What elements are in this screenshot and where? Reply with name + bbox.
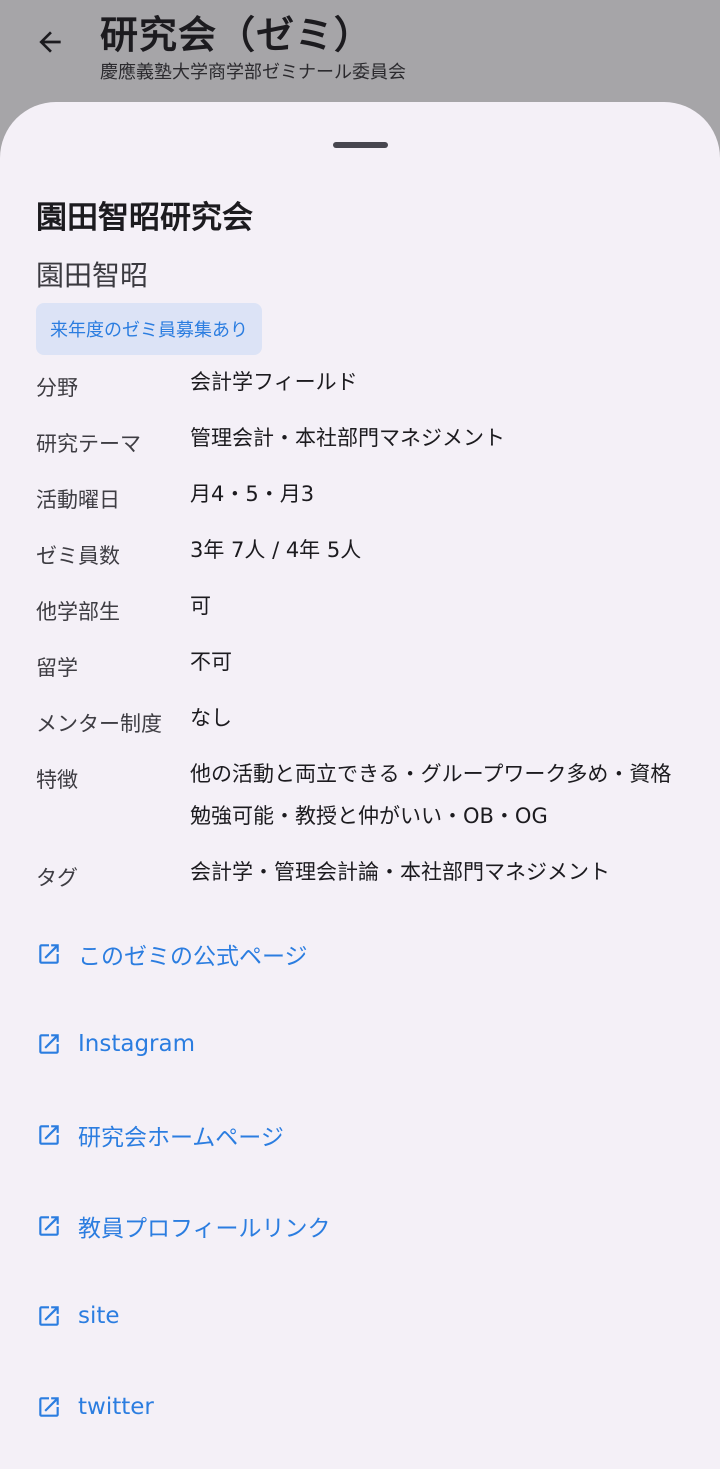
open-in-new-icon <box>36 1122 62 1148</box>
bottom-sheet: 園田智昭研究会 園田智昭 来年度のゼミ員募集あり 分野 会計学フィールド 研究テ… <box>0 102 720 1469</box>
detail-value: 月4・5・月3 <box>190 482 315 506</box>
detail-label: メンター制度 <box>36 712 162 736</box>
detail-value: 不可 <box>190 650 232 674</box>
link-label: twitter <box>78 1394 154 1420</box>
homepage-link[interactable]: 研究会ホームページ <box>36 1115 284 1155</box>
recruit-badge: 来年度のゼミ員募集あり <box>36 303 262 355</box>
app-bar: 研究会（ゼミ） 慶應義塾大学商学部ゼミナール委員会 <box>0 0 720 110</box>
detail-label: 留学 <box>36 656 78 680</box>
detail-label: 他学部生 <box>36 600 120 624</box>
site-link[interactable]: site <box>36 1296 120 1336</box>
page-title: 研究会（ゼミ） <box>100 13 374 57</box>
detail-value: 3年 7人 / 4年 5人 <box>190 538 362 562</box>
open-in-new-icon <box>36 1394 62 1420</box>
detail-value: 管理会計・本社部門マネジメント <box>190 426 505 450</box>
detail-value: 可 <box>190 594 211 618</box>
link-label: 研究会ホームページ <box>78 1125 284 1151</box>
official-page-link[interactable]: このゼミの公式ページ <box>36 934 308 974</box>
seminar-name: 園田智昭研究会 <box>36 200 253 236</box>
link-label: site <box>78 1303 120 1329</box>
open-in-new-icon <box>36 1031 62 1057</box>
detail-label: 分野 <box>36 376 78 400</box>
detail-label: ゼミ員数 <box>36 544 120 568</box>
detail-value: 会計学・管理会計論・本社部門マネジメント <box>190 860 610 884</box>
detail-label: 研究テーマ <box>36 432 141 456</box>
faculty-profile-link[interactable]: 教員プロフィールリンク <box>36 1206 331 1246</box>
detail-value: 会計学フィールド <box>190 370 358 394</box>
detail-label: 活動曜日 <box>36 488 120 512</box>
link-label: 教員プロフィールリンク <box>78 1216 331 1242</box>
arrow-back-icon <box>39 31 61 53</box>
drag-handle[interactable] <box>333 142 388 148</box>
open-in-new-icon <box>36 1303 62 1329</box>
professor-name: 園田智昭 <box>36 259 149 292</box>
back-button[interactable] <box>26 22 74 62</box>
detail-value: なし <box>190 706 232 730</box>
open-in-new-icon <box>36 1213 62 1239</box>
detail-label: 特徴 <box>36 768 78 792</box>
page-subtitle: 慶應義塾大学商学部ゼミナール委員会 <box>100 62 406 83</box>
link-label: このゼミの公式ページ <box>78 944 308 970</box>
detail-value: 他の活動と両立できる・グループワーク多め・資格勉強可能・教授と仲がいい・OB・O… <box>190 762 672 828</box>
instagram-link[interactable]: Instagram <box>36 1024 195 1064</box>
link-label: Instagram <box>78 1031 196 1057</box>
detail-label: タグ <box>36 866 78 890</box>
twitter-link[interactable]: twitter <box>36 1387 154 1427</box>
open-in-new-icon <box>36 941 62 967</box>
